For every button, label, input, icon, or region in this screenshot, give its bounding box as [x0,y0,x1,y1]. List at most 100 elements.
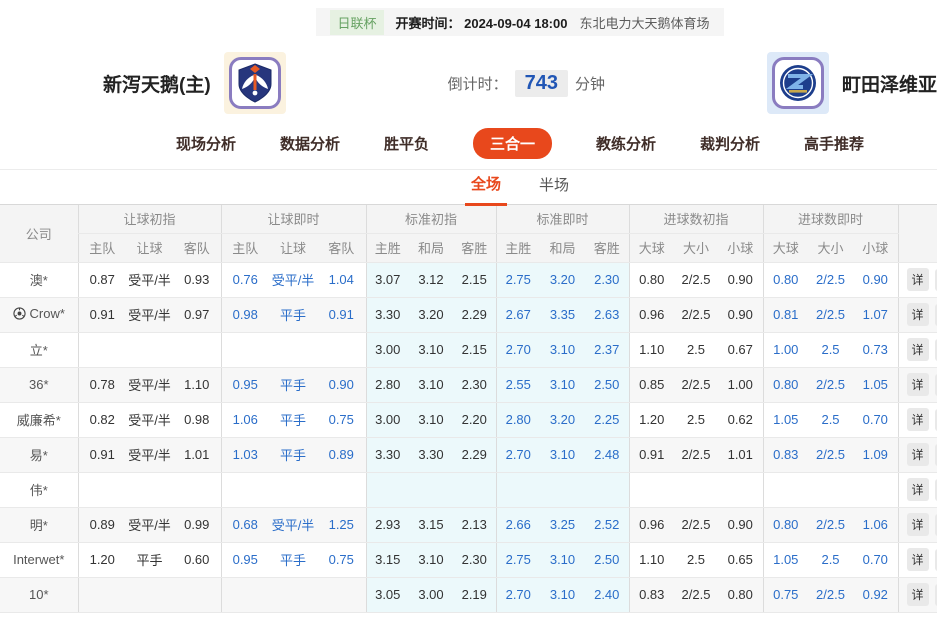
nav-tab-4[interactable]: 教练分析 [596,133,656,154]
odds-cell [269,577,317,612]
odds-row-8: Interwet*1.20平手0.600.95平手0.753.153.102.3… [0,542,937,577]
subtab-1[interactable]: 半场 [533,174,575,204]
odds-cell: 0.91 [78,297,126,332]
nav-tab-6[interactable]: 高手推荐 [804,133,864,154]
odds-cell: 0.83 [763,437,808,472]
odds-cell: 0.89 [317,437,366,472]
detail-button[interactable]: 详 [907,548,929,571]
odds-cell: 0.78 [78,367,126,402]
odds-cell: 2.15 [453,262,496,297]
sub-header-1-0: 主队 [221,233,269,262]
odds-cell: 2.63 [585,297,629,332]
odds-table-header: 公司让球初指让球即时标准初指标准即时进球数初指进球数即时主队让球客队主队让球客队… [0,205,937,262]
odds-cell [269,332,317,367]
detail-cell: 详 [898,472,937,507]
odds-cell [221,472,269,507]
odds-cell: 3.15 [366,542,409,577]
odds-cell: 0.68 [221,507,269,542]
group-header-1: 让球即时 [221,205,366,233]
odds-cell [674,472,718,507]
nav-tab-3[interactable]: 三合一 [473,128,552,159]
odds-cell: 1.00 [718,367,763,402]
company-cell: 明* [0,507,78,542]
odds-cell: 3.10 [540,367,585,402]
detail-cell: 详 [898,542,937,577]
detail-button[interactable]: 详 [907,373,929,396]
odds-cell: 2.5 [808,332,853,367]
company-name: 明* [30,515,48,534]
odds-cell [221,577,269,612]
odds-cell: 平手 [269,437,317,472]
detail-button[interactable]: 详 [907,408,929,431]
company-cell: 10* [0,577,78,612]
subtab-0[interactable]: 全场 [465,173,507,206]
odds-cell: 受平/半 [126,367,173,402]
detail-button[interactable]: 详 [907,513,929,536]
odds-row-2: 立*3.003.102.152.703.102.371.102.50.671.0… [0,332,937,367]
detail-button[interactable]: 详 [907,303,929,326]
company-name: 立* [30,340,48,359]
company-name: 10* [29,587,49,602]
odds-table: 公司让球初指让球即时标准初指标准即时进球数初指进球数即时主队让球客队主队让球客队… [0,205,937,613]
odds-cell: 2.20 [453,402,496,437]
home-team-logo-frame [229,57,281,109]
odds-cell: 2.70 [496,577,540,612]
detail-cell: 详 [898,577,937,612]
odds-cell: 2.19 [453,577,496,612]
odds-cell: 0.91 [629,437,674,472]
odds-cell: 3.05 [366,577,409,612]
odds-cell: 2.70 [496,332,540,367]
odds-cell: 2.25 [585,402,629,437]
odds-cell: 2.29 [453,437,496,472]
sub-header-3-1: 和局 [540,233,585,262]
detail-button[interactable]: 详 [907,583,929,606]
nav-tab-0[interactable]: 现场分析 [176,133,236,154]
company-cell: 澳* [0,262,78,297]
company-cell: Crow* [0,297,78,332]
nav-tab-5[interactable]: 裁判分析 [700,133,760,154]
odds-cell: 1.05 [853,367,898,402]
odds-cell: 1.06 [853,507,898,542]
odds-cell: 2.15 [453,332,496,367]
odds-cell: 2/2.5 [674,507,718,542]
company-name: 澳* [30,270,48,289]
odds-cell [78,332,126,367]
odds-cell: 2.48 [585,437,629,472]
odds-cell [585,472,629,507]
odds-cell: 0.90 [718,297,763,332]
detail-cell: 详 [898,332,937,367]
odds-cell: 0.98 [173,402,221,437]
odds-cell: 3.10 [409,332,453,367]
detail-button[interactable]: 详 [907,338,929,361]
company-name: Interwet* [13,552,64,567]
odds-cell: 2/2.5 [674,577,718,612]
odds-row-9: 10*3.053.002.192.703.102.400.832/2.50.80… [0,577,937,612]
odds-cell: 0.96 [629,507,674,542]
detail-cell: 详 [898,507,937,542]
company-name: Crow* [30,306,65,321]
odds-cell: 2.5 [808,402,853,437]
detail-button[interactable]: 详 [907,268,929,291]
nav-tab-1[interactable]: 数据分析 [280,133,340,154]
sub-header-5-1: 大小 [808,233,853,262]
odds-cell: 1.10 [629,332,674,367]
odds-cell: 2.70 [496,437,540,472]
odds-cell: 0.85 [629,367,674,402]
odds-cell: 2.30 [453,542,496,577]
detail-button[interactable]: 详 [907,478,929,501]
odds-cell: 1.05 [763,402,808,437]
detail-button[interactable]: 详 [907,443,929,466]
odds-cell: 3.00 [366,332,409,367]
odds-cell: 1.03 [221,437,269,472]
odds-cell: 0.80 [718,577,763,612]
odds-cell [173,577,221,612]
odds-cell: 平手 [269,402,317,437]
match-info-bar: 日联杯 开赛时间： 2024-09-04 18:00 东北电力大天鹅体育场 [316,8,723,36]
detail-column-header [898,205,937,262]
home-team-logo [224,52,286,114]
nav-tab-2[interactable]: 胜平负 [384,133,429,154]
group-header-3: 标准即时 [496,205,629,233]
company-name: 易* [30,445,48,464]
away-team-logo [767,52,829,114]
odds-cell: 1.10 [629,542,674,577]
